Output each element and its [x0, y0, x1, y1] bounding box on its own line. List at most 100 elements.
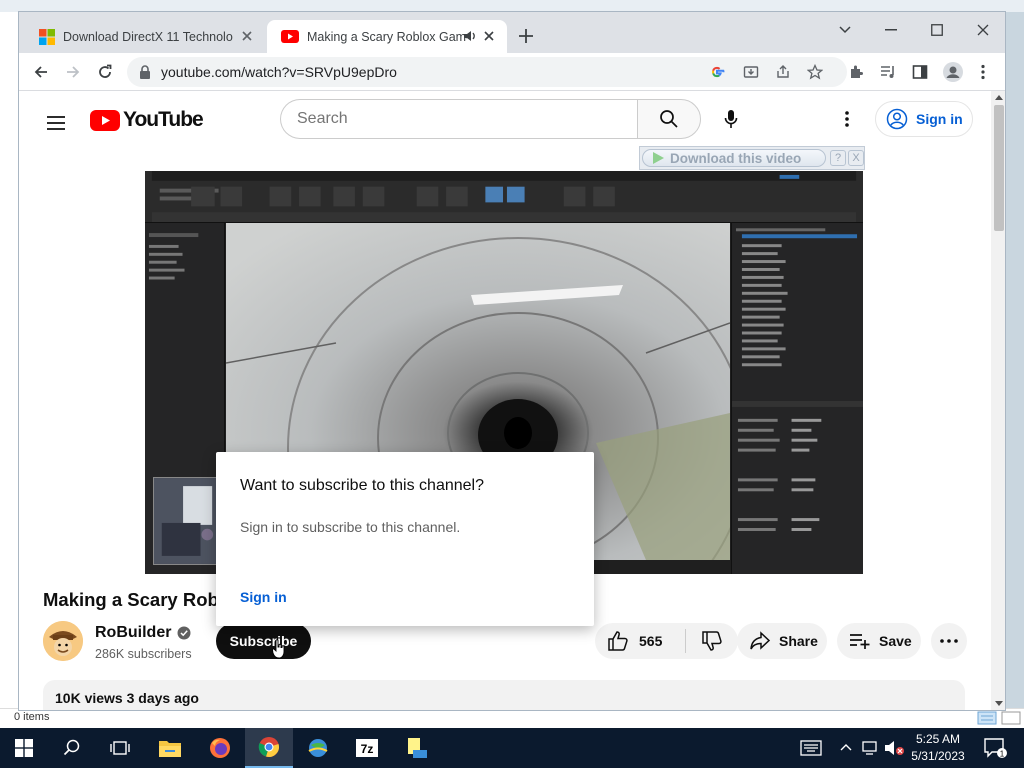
- keyboard-icon[interactable]: [800, 740, 822, 756]
- views-and-date: 10K views 3 days ago: [55, 690, 199, 706]
- dislike-button[interactable]: [686, 623, 738, 659]
- explorer-view-icons[interactable]: [976, 710, 1022, 726]
- network-icon[interactable]: [862, 740, 880, 756]
- chevron-up-icon[interactable]: [840, 743, 852, 751]
- youtube-play-logo-icon: [90, 109, 120, 131]
- bookmark-star-icon[interactable]: [807, 64, 823, 80]
- maximize-icon: [931, 24, 943, 36]
- new-tab-icon[interactable]: [517, 27, 535, 45]
- start-button[interactable]: [0, 728, 48, 768]
- tab-title: Download DirectX 11 Technology: [63, 29, 233, 44]
- notes-folder-icon: [408, 738, 427, 758]
- more-actions-button[interactable]: [931, 623, 967, 659]
- download-help-button[interactable]: ?: [830, 150, 846, 166]
- lock-icon[interactable]: [139, 65, 151, 79]
- chrome-menu-icon[interactable]: [980, 64, 986, 80]
- channel-avatar[interactable]: [43, 621, 83, 661]
- google-icon[interactable]: [709, 64, 725, 80]
- explorer-item-count: 0 items: [14, 711, 50, 723]
- tab-youtube-active[interactable]: Making a Scary Roblox Game: [267, 20, 507, 53]
- scrollbar-thumb[interactable]: [994, 105, 1004, 231]
- channel-name[interactable]: RoBuilder: [95, 624, 191, 642]
- install-app-icon[interactable]: [743, 64, 759, 80]
- maximize-button[interactable]: [919, 16, 955, 44]
- url-text: youtube.com/watch?v=SRVpU9epDro: [161, 64, 397, 80]
- verified-check-icon: [177, 626, 191, 640]
- browser-toolbar: youtube.com/watch?v=SRVpU9epDro: [19, 53, 1005, 91]
- popup-title: Want to subscribe to this channel?: [240, 477, 484, 494]
- taskbar-7zip[interactable]: 7z: [343, 728, 391, 768]
- search-button[interactable]: [637, 99, 701, 139]
- explorer-status-bar: 0 items: [0, 708, 1024, 728]
- share-label: Share: [779, 633, 818, 649]
- share-button[interactable]: Share: [737, 623, 827, 659]
- scroll-down-icon[interactable]: [995, 701, 1003, 707]
- tab-title: Making a Scary Roblox Game: [307, 29, 467, 44]
- like-button[interactable]: 565: [595, 623, 685, 659]
- hamburger-menu-icon[interactable]: [45, 111, 69, 135]
- microsoft-logo-icon: [39, 28, 55, 45]
- speaker-icon[interactable]: [463, 29, 477, 43]
- tray-clock[interactable]: 5:25 AM 5/31/2023: [900, 731, 976, 765]
- popup-sign-in-link[interactable]: Sign in: [240, 589, 287, 605]
- chevron-down-icon: [839, 26, 851, 34]
- close-icon: [977, 24, 989, 36]
- minimize-button[interactable]: [873, 16, 909, 44]
- address-bar[interactable]: youtube.com/watch?v=SRVpU9epDro: [127, 57, 847, 87]
- taskbar-app-globe[interactable]: [294, 728, 342, 768]
- page-viewport: YouTube Sign in: [19, 91, 991, 710]
- close-tab-icon[interactable]: [239, 28, 255, 44]
- description-box[interactable]: 10K views 3 days ago: [43, 680, 965, 710]
- arrow-right-icon: [67, 66, 80, 78]
- svg-text:7z: 7z: [361, 742, 374, 756]
- search-icon: [63, 739, 80, 756]
- taskbar-firefox[interactable]: [196, 728, 244, 768]
- reload-button[interactable]: [91, 58, 119, 86]
- scroll-up-icon[interactable]: [995, 94, 1003, 100]
- youtube-logo[interactable]: YouTube: [90, 108, 204, 132]
- search-input[interactable]: [297, 108, 617, 130]
- taskbar-chrome-active[interactable]: [245, 728, 293, 768]
- profile-avatar-icon[interactable]: [943, 62, 963, 82]
- tab-directx[interactable]: Download DirectX 11 Technology: [25, 20, 265, 53]
- video-title: Making a Scary Robl: [43, 589, 224, 610]
- thumbs-up-icon: [608, 631, 628, 651]
- minimize-icon: [885, 29, 897, 31]
- taskbar-file-explorer[interactable]: [146, 728, 194, 768]
- search-field-wrapper: [280, 99, 638, 139]
- close-window-button[interactable]: [965, 16, 1001, 44]
- close-tab-icon[interactable]: [481, 28, 497, 44]
- popup-message: Sign in to subscribe to this channel.: [240, 519, 461, 535]
- chrome-icon: [258, 737, 279, 757]
- download-close-button[interactable]: X: [848, 150, 864, 166]
- save-button[interactable]: Save: [837, 623, 921, 659]
- tab-search-button[interactable]: [827, 16, 863, 44]
- back-button[interactable]: [27, 58, 55, 86]
- taskbar-notes-folder[interactable]: [392, 728, 440, 768]
- task-view-button[interactable]: [96, 728, 144, 768]
- reload-icon: [99, 64, 112, 78]
- account-circle-icon: [886, 108, 908, 130]
- side-panel-icon[interactable]: [912, 64, 928, 80]
- clock-date: 5/31/2023: [911, 749, 965, 763]
- media-control-icon[interactable]: [880, 64, 896, 80]
- notification-center-icon[interactable]: 1: [984, 738, 1008, 758]
- taskbar-search-button[interactable]: [48, 728, 96, 768]
- page-scrollbar[interactable]: [991, 91, 1005, 710]
- vertical-dots-icon: [845, 111, 849, 127]
- thumbs-down-icon: [702, 631, 722, 651]
- 7zip-icon: 7z: [356, 739, 378, 757]
- settings-more-button[interactable]: [833, 103, 861, 135]
- sign-in-button[interactable]: Sign in: [875, 101, 973, 137]
- subscribe-button[interactable]: Subscribe: [216, 623, 311, 659]
- search-icon: [660, 110, 678, 128]
- download-video-button[interactable]: Download this video: [642, 149, 826, 167]
- extensions-icon[interactable]: [848, 64, 864, 80]
- forward-button[interactable]: [59, 58, 87, 86]
- chrome-window: Download DirectX 11 Technology Making a …: [18, 11, 1006, 711]
- voice-search-button[interactable]: [715, 103, 747, 135]
- sign-in-label: Sign in: [916, 111, 963, 127]
- share-page-icon[interactable]: [775, 64, 791, 80]
- network-globe-icon: [308, 739, 328, 757]
- like-count: 565: [639, 633, 663, 649]
